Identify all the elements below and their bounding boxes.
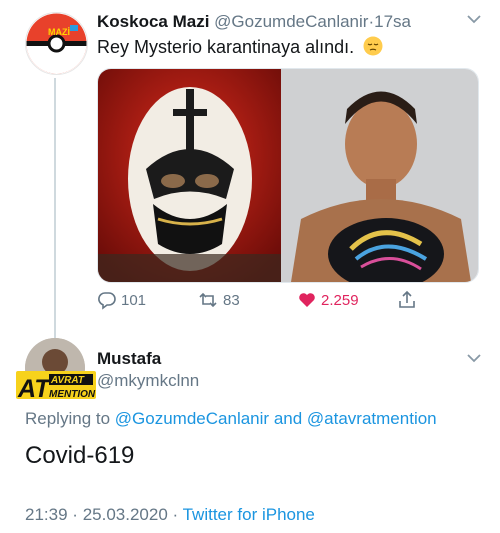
tweet-actions: 101 83 2.259 <box>97 290 427 314</box>
retweet-button[interactable]: 83 <box>197 290 240 310</box>
avatar-label: MAZİ <box>48 27 70 37</box>
pokeball-avatar-icon: MAZİ <box>26 13 87 74</box>
pensive-face-icon <box>363 36 383 56</box>
unmasked-wrestler-image[interactable] <box>281 69 478 282</box>
replying-user-link[interactable]: @atavratmention <box>307 409 437 428</box>
replying-to: Replying to @GozumdeCanlanir and @atavra… <box>25 409 437 429</box>
reply-author-name[interactable]: Mustafa <box>97 349 161 369</box>
tweet-text-content: Rey Mysterio karantinaya alındı. <box>97 37 355 57</box>
avatar[interactable]: MAZİ <box>25 12 88 75</box>
reply-icon <box>98 292 116 310</box>
reply-count: 101 <box>121 291 147 309</box>
tweet-meta: 21:39 · 25.03.2020 · Twitter for iPhone <box>25 505 315 525</box>
retweet-count: 83 <box>223 291 240 309</box>
meta-separator: · <box>172 505 179 524</box>
replying-prefix: Replying to <box>25 409 111 428</box>
thread-line <box>54 78 56 340</box>
tweet-date[interactable]: 25.03.2020 <box>83 505 168 524</box>
reply-text: Covid-619 <box>25 442 135 469</box>
tweet-media[interactable] <box>97 68 479 283</box>
meta-separator: · <box>72 505 78 524</box>
tweet-header: Koskoca Mazi @GozumdeCanlanir·17sa <box>97 12 411 32</box>
share-icon <box>399 290 415 308</box>
replying-user-link[interactable]: @GozumdeCanlanir <box>115 409 269 428</box>
badge-top-text: AVRAT <box>50 375 85 386</box>
reply-button[interactable]: 101 <box>97 290 146 310</box>
chevron-down-icon[interactable] <box>466 13 482 25</box>
masked-wrestler-image[interactable] <box>98 69 281 282</box>
tweet-time[interactable]: 17sa <box>374 12 411 31</box>
badge-bottom-text: MENTION <box>49 389 96 400</box>
author-name[interactable]: Koskoca Mazi <box>97 12 209 31</box>
like-count: 2.259 <box>321 291 359 309</box>
replying-and[interactable]: and <box>274 409 302 428</box>
atavrat-badge-icon: AT AVRAT MENTION <box>16 371 96 402</box>
share-button[interactable] <box>397 290 421 310</box>
reply-author-handle[interactable]: @mkymkclnn <box>97 371 199 391</box>
retweet-icon <box>199 292 217 308</box>
tweet-text: Rey Mysterio karantinaya alındı. <box>97 36 383 58</box>
author-handle[interactable]: @GozumdeCanlanir <box>214 12 368 31</box>
tweet-source-link[interactable]: Twitter for iPhone <box>183 505 315 524</box>
like-button[interactable]: 2.259 <box>297 290 359 310</box>
badge-big-text: AT <box>17 375 52 402</box>
heart-icon <box>299 293 315 307</box>
chevron-down-icon[interactable] <box>466 352 482 364</box>
tweet-time[interactable]: 21:39 <box>25 505 68 524</box>
